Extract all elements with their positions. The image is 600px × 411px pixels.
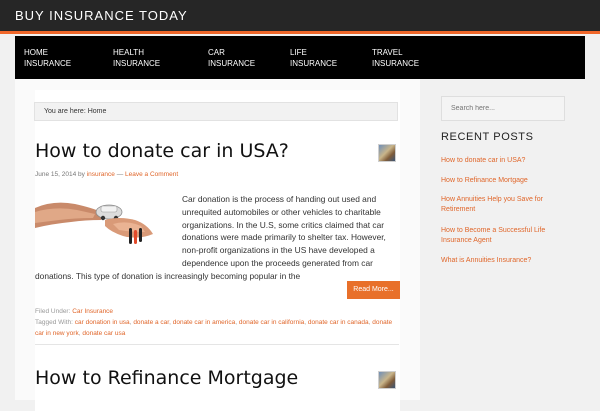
top-header: BUY INSURANCE TODAY	[0, 0, 600, 34]
nav-label: INSURANCE	[372, 59, 420, 68]
tag-link[interactable]: donate car in california	[239, 319, 304, 326]
nav-item-health-insurance[interactable]: HEALTH INSURANCE	[113, 47, 160, 69]
post-divider	[35, 344, 399, 345]
nav-label: HEALTH	[113, 48, 144, 57]
recent-post-link[interactable]: How to Refinance Mortgage	[441, 176, 566, 186]
nav-label: INSURANCE	[290, 59, 338, 68]
nav-label: INSURANCE	[24, 59, 72, 68]
nav-label: INSURANCE	[113, 59, 161, 68]
nav-label: CAR	[208, 48, 225, 57]
recent-post-link[interactable]: What is Annuities Insurance?	[441, 256, 566, 266]
breadcrumb: You are here: Home	[34, 102, 398, 121]
category-link[interactable]: Car Insurance	[72, 308, 113, 315]
tag-link[interactable]: car donation in usa	[75, 319, 130, 326]
recent-post-link[interactable]: How to donate car in USA?	[441, 156, 566, 166]
nav-label: INSURANCE	[208, 59, 256, 68]
tag-link[interactable]: donate a car	[133, 319, 169, 326]
nav-item-home-insurance[interactable]: HOME INSURANCE	[24, 47, 71, 69]
nav-label: TRAVEL	[372, 48, 403, 57]
recent-post-link[interactable]: How to Become a Successful Life Insuranc…	[441, 226, 566, 246]
nav-item-car-insurance[interactable]: CAR INSURANCE	[208, 47, 255, 69]
recent-post-link[interactable]: How Annuities Help you Save for Retireme…	[441, 195, 566, 215]
main-nav: HOME INSURANCE HEALTH INSURANCE CAR INSU…	[15, 36, 585, 79]
nav-label: LIFE	[290, 48, 307, 57]
post-by: by	[78, 171, 85, 178]
site-title[interactable]: BUY INSURANCE TODAY	[15, 8, 188, 23]
post-title[interactable]: How to Refinance Mortgage	[35, 367, 298, 389]
leave-comment-link[interactable]: Leave a Comment	[125, 171, 178, 178]
tagged-with: Tagged With: car donation in usa, donate…	[35, 319, 393, 337]
author-avatar-icon	[378, 144, 396, 162]
author-avatar-icon	[378, 371, 396, 389]
entry-footer: Filed Under: Car Insurance Tagged With: …	[35, 306, 399, 339]
recent-posts-title: RECENT POSTS	[441, 131, 534, 143]
search-input[interactable]	[441, 96, 565, 121]
filed-under-label: Filed Under:	[35, 308, 71, 315]
read-more-button[interactable]: Read More...	[347, 281, 400, 299]
filed-under: Filed Under: Car Insurance	[35, 306, 399, 317]
post-date: June 15, 2014	[35, 171, 77, 178]
tag-link[interactable]: donate car usa	[82, 330, 125, 337]
post-excerpt: Car donation is the process of handing o…	[35, 193, 399, 283]
post-title[interactable]: How to donate car in USA?	[35, 140, 289, 162]
tag-link[interactable]: donate car in canada	[308, 319, 369, 326]
tag-link[interactable]: donate car in america	[173, 319, 236, 326]
nav-label: HOME	[24, 48, 48, 57]
nav-item-life-insurance[interactable]: LIFE INSURANCE	[290, 47, 337, 69]
nav-item-travel-insurance[interactable]: TRAVEL INSURANCE	[372, 47, 419, 69]
meta-separator: —	[116, 171, 124, 178]
tagged-with-label: Tagged With:	[35, 319, 73, 326]
post-meta: June 15, 2014 by insurance — Leave a Com…	[35, 171, 178, 178]
post-author-link[interactable]: insurance	[87, 171, 115, 178]
